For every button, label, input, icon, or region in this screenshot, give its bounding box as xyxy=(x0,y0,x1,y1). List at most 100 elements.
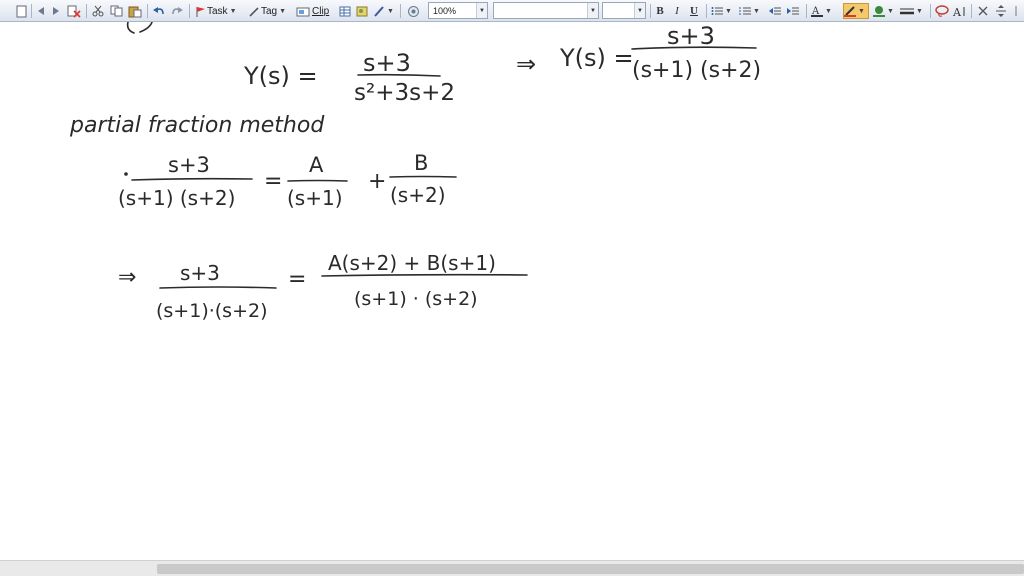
font-size-select[interactable]: ▼ xyxy=(602,2,646,19)
color-wheel-icon xyxy=(873,6,885,17)
text-style-icon: A xyxy=(811,6,823,17)
chevron-down-icon[interactable]: ▼ xyxy=(587,3,598,18)
chevron-down-icon[interactable]: ▼ xyxy=(634,3,645,18)
highlight-button[interactable]: ▼ xyxy=(843,3,869,19)
chevron-down-icon[interactable]: ▼ xyxy=(476,3,487,18)
toolbar-options-icon[interactable] xyxy=(1011,3,1021,19)
delete-page-icon[interactable] xyxy=(66,3,82,19)
term-b-denominator: (s+2) xyxy=(390,183,446,207)
line1-lhs-2: Y(s) = xyxy=(559,44,634,72)
highlighter-icon xyxy=(844,6,856,17)
tag-label: Tag xyxy=(261,5,278,17)
decrease-indent-icon[interactable] xyxy=(768,3,782,19)
task-button[interactable]: Task ▼ xyxy=(195,3,243,19)
fraction-bar xyxy=(131,177,253,181)
chevron-down-icon[interactable]: ▼ xyxy=(725,8,732,15)
fraction-bar xyxy=(321,273,528,277)
insert-space-icon[interactable] xyxy=(994,3,1008,19)
fraction-bar xyxy=(389,175,457,178)
zoom-value: 100% xyxy=(433,5,457,16)
zoom-icon[interactable] xyxy=(405,3,421,19)
toolbar-separator xyxy=(650,4,651,18)
chevron-down-icon[interactable]: ▼ xyxy=(858,8,865,15)
toolbar-separator xyxy=(806,4,807,18)
numbering-button[interactable]: ▼ xyxy=(739,3,763,19)
note-canvas[interactable]: Y(s) = s+3 s²+3s+2 ⇒ Y(s) = s+3 (s+1) (s… xyxy=(0,22,1024,560)
term-b-numerator: B xyxy=(414,151,428,175)
toolbar-separator xyxy=(31,4,32,18)
undo-icon[interactable] xyxy=(152,3,166,19)
redo-icon[interactable] xyxy=(170,3,184,19)
font-name-select[interactable]: ▼ xyxy=(493,2,599,19)
toolbar-separator xyxy=(147,4,148,18)
main-toolbar: Task ▼ Tag ▼ Clip ▼ 100% ▼ ▼ ▼ B I U ▼ ▼… xyxy=(0,0,1024,22)
line4-numerator: s+3 xyxy=(180,261,220,285)
clip-icon xyxy=(296,7,310,16)
underline-button[interactable]: U xyxy=(688,3,700,19)
zoom-select[interactable]: 100% ▼ xyxy=(428,2,488,19)
equals-sign: = xyxy=(288,267,306,292)
toolbar-separator xyxy=(400,4,401,18)
implies-arrow: ⇒ xyxy=(118,265,136,290)
bullet-dot xyxy=(124,172,128,176)
plus-sign: + xyxy=(368,169,386,194)
svg-text:A: A xyxy=(953,6,962,17)
paste-icon[interactable] xyxy=(127,3,143,19)
line-style-button[interactable]: ▼ xyxy=(900,3,926,19)
toolbar-separator xyxy=(86,4,87,18)
chevron-down-icon[interactable]: ▼ xyxy=(887,8,894,15)
close-icon[interactable] xyxy=(976,3,990,19)
tag-pen-icon xyxy=(249,6,259,17)
chevron-down-icon[interactable]: ▼ xyxy=(753,8,760,15)
implies-arrow: ⇒ xyxy=(516,50,536,78)
line4-denominator: (s+1)·(s+2) xyxy=(156,300,268,322)
toolbar-separator xyxy=(706,4,707,18)
clip-button[interactable]: Clip xyxy=(296,3,334,19)
chevron-down-icon[interactable]: ▼ xyxy=(387,8,394,15)
tag-button[interactable]: Tag ▼ xyxy=(249,3,293,19)
pen-icon xyxy=(374,6,384,17)
scrollbar-thumb[interactable] xyxy=(157,564,1024,574)
line1-denominator: s²+3s+2 xyxy=(354,80,455,106)
method-heading: partial fraction method xyxy=(69,113,325,138)
toolbar-separator xyxy=(930,4,931,18)
increase-indent-icon[interactable] xyxy=(786,3,800,19)
pen-tool-button[interactable]: ▼ xyxy=(373,3,397,19)
line1-lhs: Y(s) = xyxy=(243,62,318,90)
cutoff-ink-stroke xyxy=(126,22,153,34)
cut-icon[interactable] xyxy=(91,3,105,19)
chevron-down-icon[interactable]: ▼ xyxy=(825,8,832,15)
line1-numerator: s+3 xyxy=(363,49,411,77)
fraction-bar xyxy=(287,179,348,182)
lasso-icon[interactable] xyxy=(934,3,950,19)
back-icon[interactable] xyxy=(36,3,46,19)
ink-color-button[interactable]: ▼ xyxy=(873,3,897,19)
chevron-down-icon[interactable]: ▼ xyxy=(230,8,237,15)
style-button[interactable]: A ▼ xyxy=(811,3,837,19)
term-a-numerator: A xyxy=(309,153,324,177)
flag-icon xyxy=(196,6,205,17)
task-label: Task xyxy=(207,5,228,17)
line3-denominator: (s+1) (s+2) xyxy=(118,186,235,210)
line3-numerator: s+3 xyxy=(168,153,210,177)
term-a-denominator: (s+1) xyxy=(287,186,343,210)
bold-button[interactable]: B xyxy=(654,3,666,19)
text-size-icon[interactable]: A xyxy=(952,3,968,19)
insert-picture-icon[interactable] xyxy=(355,3,369,19)
line1-denominator-2: (s+1) (s+2) xyxy=(632,58,761,83)
clip-label: Clip xyxy=(312,5,330,17)
copy-icon[interactable] xyxy=(109,3,123,19)
toolbar-separator xyxy=(971,4,972,18)
new-page-icon[interactable] xyxy=(14,3,28,19)
fraction-bar xyxy=(159,286,277,289)
numbered-list-icon xyxy=(739,7,751,15)
chevron-down-icon[interactable]: ▼ xyxy=(279,8,286,15)
bullet-list-icon xyxy=(711,7,723,15)
italic-button[interactable]: I xyxy=(671,3,683,19)
chevron-down-icon[interactable]: ▼ xyxy=(916,8,923,15)
table-icon[interactable] xyxy=(338,3,352,19)
horizontal-scrollbar[interactable] xyxy=(0,560,1024,576)
forward-icon[interactable] xyxy=(51,3,61,19)
handwriting-layer: Y(s) = s+3 s²+3s+2 ⇒ Y(s) = s+3 (s+1) (s… xyxy=(69,22,761,322)
bullets-button[interactable]: ▼ xyxy=(711,3,735,19)
